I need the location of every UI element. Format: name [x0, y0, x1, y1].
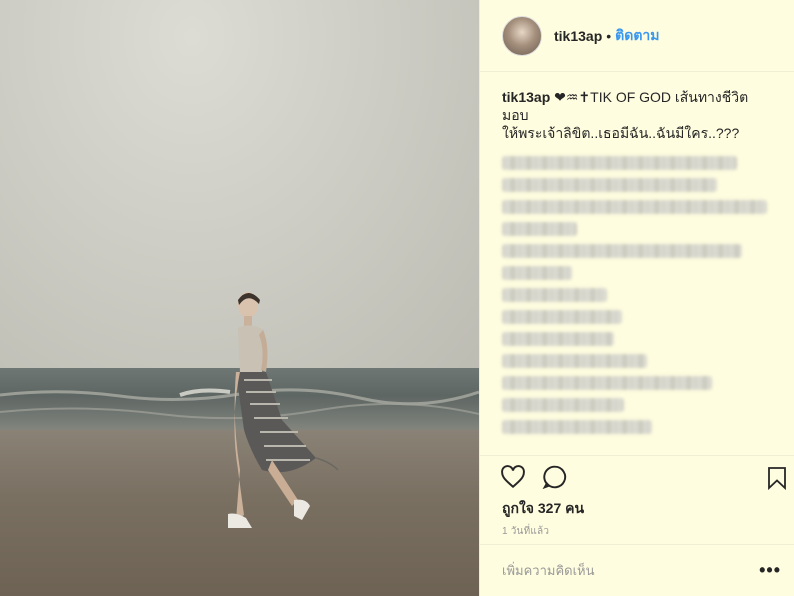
- caption: tik13ap ❤♒✝TIK OF GOD เส้นทางชีวิตมอบ ให…: [480, 72, 794, 142]
- action-bar: [480, 455, 794, 499]
- separator-dot: •: [606, 27, 612, 44]
- blurred-line: [502, 222, 577, 236]
- blurred-line: [502, 200, 767, 214]
- post-header: tik13ap • ติดตาม: [480, 0, 794, 72]
- photo-person: [0, 292, 479, 528]
- blurred-line: [502, 244, 742, 258]
- post-time[interactable]: 1 วันที่แล้ว: [502, 524, 549, 539]
- blurred-line: [502, 398, 624, 412]
- comment-bar: เพิ่มความคิดเห็น •••: [480, 544, 794, 596]
- blurred-line: [502, 332, 614, 346]
- blurred-line: [502, 420, 652, 434]
- blurred-line: [502, 178, 717, 192]
- blurred-line: [502, 266, 572, 280]
- blurred-line: [502, 156, 737, 170]
- instagram-post: tik13ap • ติดตาม tik13ap ❤♒✝TIK OF GOD เ…: [0, 0, 794, 596]
- comment-input[interactable]: เพิ่มความคิดเห็น: [502, 560, 595, 581]
- caption-text-line2: ให้พระเจ้าลิขิต..เธอมีฉัน..ฉันมีใคร..???: [502, 125, 740, 141]
- comment-icon[interactable]: [542, 464, 568, 490]
- heart-icon[interactable]: [500, 464, 526, 490]
- more-options-icon[interactable]: •••: [759, 560, 781, 581]
- blurred-line: [502, 288, 607, 302]
- avatar[interactable]: [502, 15, 542, 56]
- follow-button[interactable]: ติดตาม: [615, 25, 659, 47]
- post-photo[interactable]: [0, 0, 479, 596]
- blurred-line: [502, 354, 647, 368]
- blurred-line: [502, 376, 712, 390]
- caption-username[interactable]: tik13ap: [502, 89, 550, 105]
- post-sidebar: tik13ap • ติดตาม tik13ap ❤♒✝TIK OF GOD เ…: [479, 0, 794, 596]
- likes-count[interactable]: ถูกใจ 327 คน: [502, 498, 584, 520]
- blurred-line: [502, 310, 622, 324]
- header-username[interactable]: tik13ap: [554, 28, 602, 44]
- bookmark-icon[interactable]: [765, 466, 789, 490]
- blurred-caption: [480, 142, 794, 434]
